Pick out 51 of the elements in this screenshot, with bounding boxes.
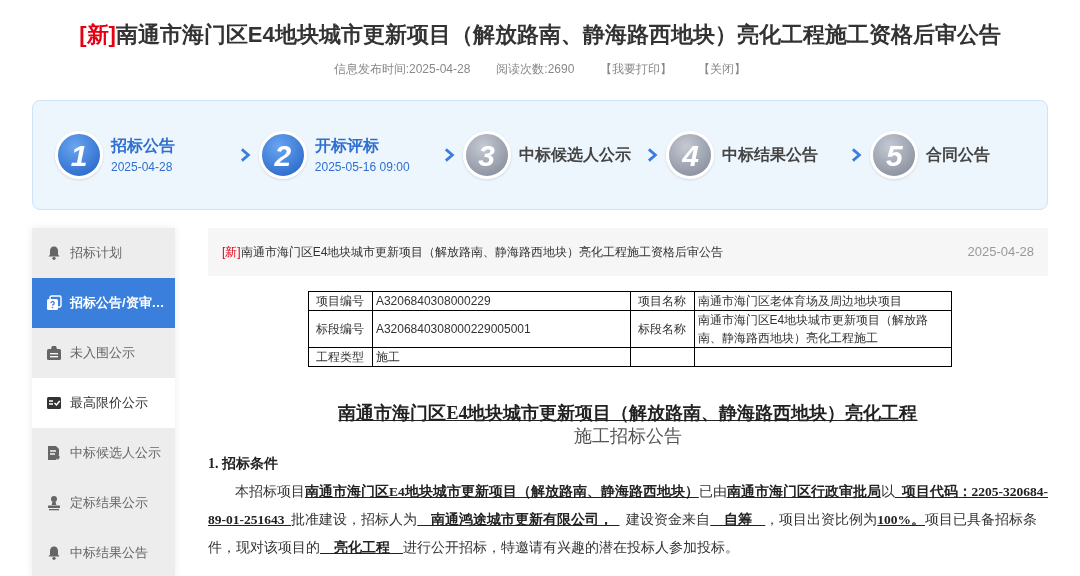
stamp-icon (46, 495, 62, 511)
sidebar-item[interactable]: 定标结果公示 (32, 478, 175, 528)
field-label: 项目编号 (308, 291, 373, 311)
meta-info: 阅读次数:2690 (496, 61, 575, 78)
page-title: [新]南通市海门区E4地块城市更新项目（解放路南、静海路西地块）亮化工程施工资格后审公告 (79, 21, 1001, 49)
field-label: 项目名称 (630, 291, 695, 311)
document-icon (46, 445, 62, 461)
bell-icon (46, 545, 62, 561)
briefcase-icon (46, 345, 62, 361)
sidebar-item[interactable]: 招标计划 (32, 228, 175, 278)
step-title: 合同公告 (926, 145, 991, 165)
sidebar-item[interactable]: 最高限价公示 (32, 378, 175, 428)
step-date: 2025-05-16 09:00 (314, 159, 410, 176)
field-value: 南通市海门区老体育场及周边地块项目 (694, 291, 952, 311)
step-number: 2 (258, 131, 307, 179)
step-number: 4 (666, 131, 715, 179)
document-title: 南通市海门区E4地块城市更新项目（解放路南、静海路西地块）亮化工程 (338, 402, 918, 425)
step-title: 开标评标 (314, 136, 380, 156)
chevron-icon (647, 148, 659, 162)
field-value: 施工 (372, 347, 631, 367)
checklist-icon (46, 395, 62, 411)
sidebar-item[interactable]: 中标结果公告 (32, 528, 175, 576)
step-title: 招标公告 (111, 136, 175, 156)
field-value: 南通市海门区E4地块城市更新项目（解放路南、静海路西地块）亮化工程施工 (694, 310, 952, 348)
document-paragraph: 本招标项目南通市海门区E4地块城市更新项目（解放路南、静海路西地块）已由南通市海门区行政审批局以 项目代码：2205-320684-89-01-251643 批准建设，招标人为 南通鸿途城市更新有限公司， 建设资金来自 自筹 ，项目出资比例为100%。项目已具备招标条件，现对该项目的 亮化工程 进行公开招标，特邀请有兴趣的潜在投标人参加投标。 (208, 483, 1048, 557)
chevron-icon (851, 148, 863, 162)
field-label: 标段编号 (308, 310, 373, 348)
step-number: 3 (462, 131, 511, 179)
step-title: 中标结果公告 (722, 145, 819, 165)
action-link[interactable]: 【我要打印】 (600, 60, 673, 78)
sidebar-item[interactable]: 未入围公示 (32, 328, 175, 378)
notice-title[interactable]: [新]南通市海门区E4地块城市更新项目（解放路南、静海路西地块）亮化工程施工资格后审公告 (222, 243, 724, 261)
chevron-icon (443, 148, 455, 162)
question-icon (46, 295, 62, 311)
field-label: 工程类型 (308, 347, 373, 367)
section-heading: 1. 招标条件 (208, 455, 279, 473)
step-number: 5 (870, 131, 919, 179)
step-number: 1 (55, 131, 103, 179)
chevron-icon (239, 148, 251, 162)
sidebar-item[interactable]: 中标候选人公示 (32, 428, 175, 478)
action-link[interactable]: 【关闭】 (698, 60, 747, 78)
field-value: A3206840308000229 (372, 291, 631, 311)
step-date: 2025-04-28 (111, 159, 174, 176)
field-label: 标段名称 (630, 310, 695, 348)
notice-date: 2025-04-28 (967, 243, 1034, 262)
meta-info: 信息发布时间:2025-04-28 (333, 61, 471, 78)
document-subtitle: 施工招标公告 (574, 425, 682, 447)
sidebar-item[interactable]: 招标公告/资审… (32, 278, 175, 328)
step-title: 中标候选人公示 (518, 145, 631, 165)
bell-icon (46, 245, 62, 261)
field-value: A3206840308000229005001 (372, 310, 631, 348)
